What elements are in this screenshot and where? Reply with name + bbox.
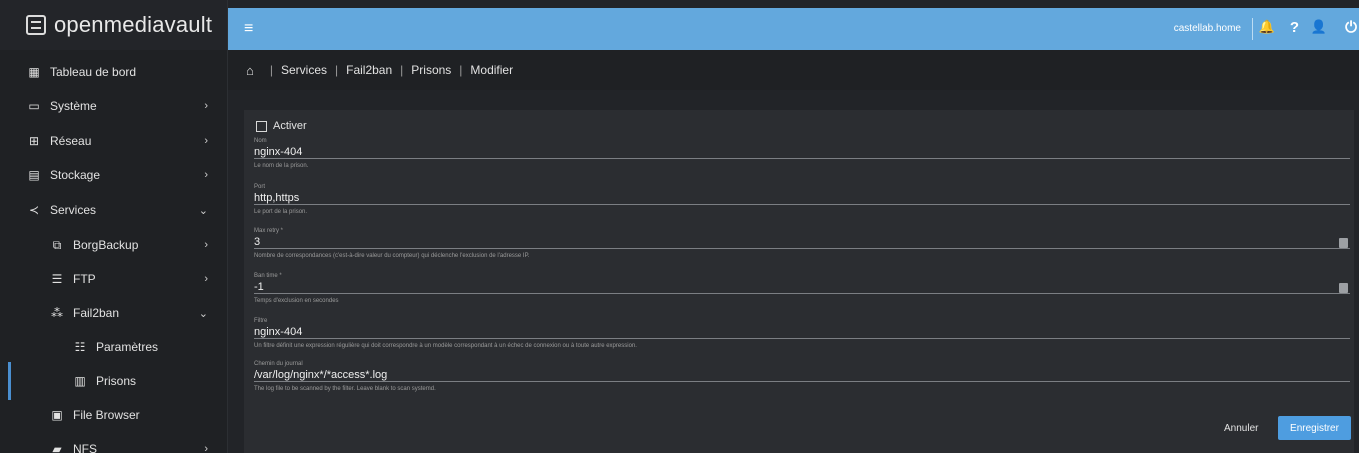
chevron-down-icon: ⌄	[198, 307, 208, 320]
field-label: Port	[254, 184, 266, 190]
field-label: Max retry *	[254, 228, 284, 234]
sidebar-item-parametres[interactable]: ☷ Paramètres	[0, 330, 228, 364]
sidebar-item-label: Paramètres	[96, 340, 159, 354]
brand-name: openmediavault	[54, 12, 213, 37]
field-hint: Le nom de la prison.	[254, 163, 309, 169]
spinner-icon[interactable]	[1339, 283, 1348, 293]
grid-icon: ▦	[28, 65, 40, 79]
enable-checkbox[interactable]: Activer	[256, 120, 307, 132]
chevron-right-icon: ›	[204, 239, 208, 251]
sidebar-item-file-browser[interactable]: ▣ File Browser	[0, 398, 228, 432]
network-icon: ⊞	[28, 134, 40, 148]
sidebar-item-label: Stockage	[50, 168, 101, 182]
sidebar-item-reseau[interactable]: ⊞ Réseau ›	[0, 124, 228, 158]
chevron-right-icon: ›	[204, 135, 208, 147]
field-label: Nom	[254, 138, 267, 144]
sitemap-icon: ⁂	[51, 306, 63, 320]
filter-input[interactable]: nginx-404	[254, 325, 1350, 339]
ban-time-field: Ban time * -1 Temps d'exclusion en secon…	[254, 272, 1350, 305]
chevron-right-icon: ›	[204, 169, 208, 181]
max-retry-field: Max retry * 3 Nombre de correspondances …	[254, 227, 1350, 260]
max-retry-input[interactable]: 3	[254, 235, 1350, 249]
sidebar-item-services[interactable]: ≺ Services ⌄	[0, 193, 228, 227]
field-label: Ban time *	[254, 273, 282, 279]
breadcrumb-prisons[interactable]: Prisons	[411, 63, 451, 77]
sidebar-item-stockage[interactable]: ▤ Stockage ›	[0, 158, 228, 192]
home-icon[interactable]: ⌂	[246, 63, 254, 78]
log-path-input[interactable]: /var/log/nginx*/*access*.log	[254, 368, 1350, 382]
storage-icon: ▤	[28, 168, 40, 182]
sidebar-item-systeme[interactable]: ▭ Système ›	[0, 89, 228, 123]
ban-time-input[interactable]: -1	[254, 280, 1350, 294]
hostname: castellab.home	[1173, 23, 1241, 34]
sidebar-item-label: Services	[50, 203, 97, 217]
sidebar-item-label: Système	[50, 99, 97, 113]
settings-sliders-icon: ☷	[74, 340, 86, 354]
breadcrumb-modifier: Modifier	[470, 63, 514, 77]
cancel-button[interactable]: Annuler	[1224, 423, 1258, 434]
sidebar-item-label: FTP	[73, 272, 96, 286]
laptop-icon: ▭	[28, 99, 40, 113]
sidebar-item-fail2ban[interactable]: ⁂ Fail2ban ⌄	[0, 296, 228, 330]
save-icon: ▣	[51, 408, 63, 422]
save-button[interactable]: Enregistrer	[1278, 416, 1351, 440]
edit-jail-form: Activer Nom nginx-404 Le nom de la priso…	[244, 110, 1354, 453]
sidebar-item-tableau-de-bord[interactable]: ▦ Tableau de bord	[0, 55, 228, 89]
power-icon[interactable]: ⏻	[1345, 19, 1357, 36]
sidebar-item-label: Prisons	[96, 374, 137, 388]
sidebar-item-ftp[interactable]: ☰ FTP ›	[0, 262, 228, 296]
sidebar-item-label: NFS	[73, 442, 97, 453]
field-label: Chemin du journal	[254, 361, 303, 367]
sidebar-item-label: Tableau de bord	[50, 65, 137, 79]
field-hint: Nombre de correspondances (c'est-à-dire …	[254, 253, 530, 259]
server-icon: ☰	[51, 272, 63, 286]
sidebar-item-label: File Browser	[73, 408, 140, 422]
breadcrumb-services[interactable]: Services	[281, 63, 327, 77]
divider	[1252, 18, 1253, 40]
bell-icon[interactable]: 🔔	[1259, 19, 1275, 35]
chevron-right-icon: ›	[204, 273, 208, 285]
brand-header[interactable]: openmediavault	[0, 0, 227, 50]
max-retry-value: 3	[254, 236, 261, 248]
field-hint: Temps d'exclusion en secondes	[254, 298, 339, 304]
folder-icon: ▰	[52, 442, 62, 453]
sidebar-item-prisons[interactable]: ▥ Prisons	[0, 364, 228, 398]
sidebar-item-label: Fail2ban	[73, 306, 120, 320]
enable-label: Activer	[273, 120, 307, 132]
sidebar-item-label: BorgBackup	[73, 238, 139, 252]
chevron-down-icon: ⌄	[198, 204, 208, 217]
spinner-icon[interactable]	[1339, 238, 1348, 248]
field-hint: Le port de la prison.	[254, 209, 308, 215]
ban-time-value: -1	[254, 281, 264, 293]
chevron-right-icon: ›	[204, 100, 208, 112]
chevron-right-icon: ›	[204, 443, 208, 453]
filter-field: Filtre nginx-404 Un filtre définit une e…	[254, 317, 1350, 350]
sidebar-item-borgbackup[interactable]: ⧉ BorgBackup ›	[0, 228, 228, 262]
log-path-field: Chemin du journal /var/log/nginx*/*acces…	[254, 360, 1350, 393]
breadcrumb-fail2ban[interactable]: Fail2ban	[346, 63, 392, 77]
list-icon	[26, 15, 46, 35]
share-icon: ≺	[28, 203, 40, 217]
user-icon[interactable]: 👤	[1311, 19, 1327, 35]
checkbox-icon[interactable]	[256, 120, 267, 132]
top-bar: ≡ castellab.home 🔔 ? 👤 ⏻	[228, 8, 1359, 50]
port-input[interactable]: http,https	[254, 191, 1350, 205]
jail-icon: ▥	[74, 374, 86, 388]
field-hint: The log file to be scanned by the filter…	[254, 386, 436, 392]
backup-icon: ⧉	[52, 237, 62, 252]
help-icon[interactable]: ?	[1290, 19, 1299, 36]
hamburger-menu-icon[interactable]: ≡	[244, 20, 253, 38]
name-input[interactable]: nginx-404	[254, 145, 1350, 159]
breadcrumb: ⌂ | Services | Fail2ban | Prisons | Modi…	[228, 50, 1359, 90]
sidebar: openmediavault ▦ Tableau de bord ▭ Systè…	[0, 0, 228, 453]
field-label: Filtre	[254, 318, 268, 324]
name-field: Nom nginx-404 Le nom de la prison.	[254, 137, 1350, 170]
port-field: Port http,https Le port de la prison.	[254, 183, 1350, 216]
sidebar-item-label: Réseau	[50, 134, 92, 148]
field-hint: Un filtre définit une expression réguliè…	[254, 343, 637, 349]
sidebar-item-nfs[interactable]: ▰ NFS ›	[0, 432, 228, 453]
